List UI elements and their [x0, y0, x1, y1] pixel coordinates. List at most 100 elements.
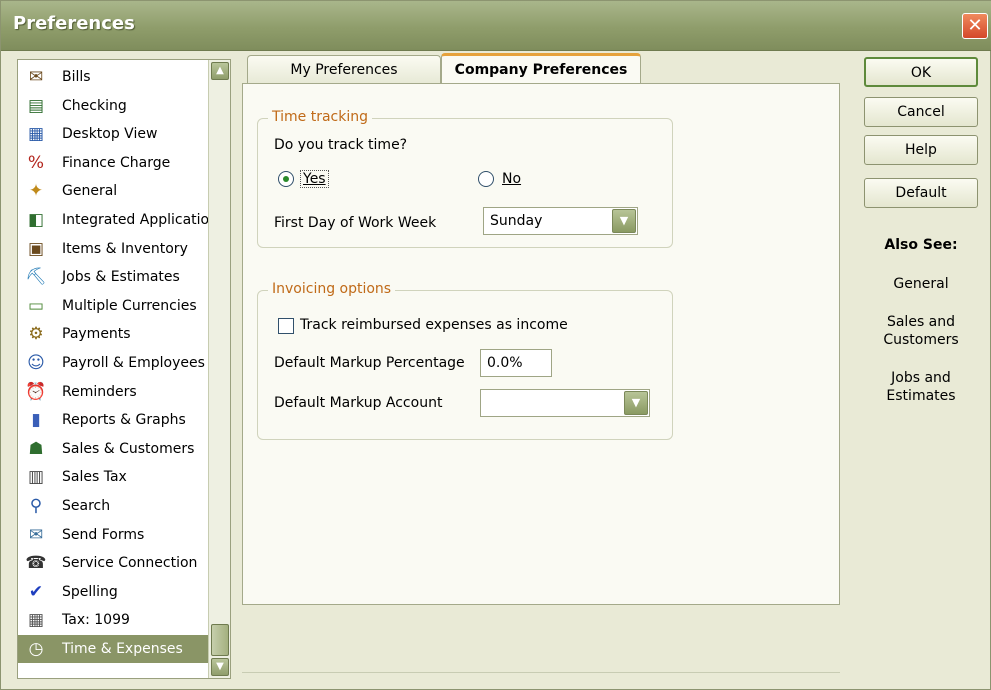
chevron-down-icon: ▼	[619, 214, 629, 227]
sidebar-item[interactable]: ⛏ Jobs & Estimates	[18, 263, 208, 291]
scroll-up-button[interactable]: ▲	[211, 62, 229, 80]
sidebar-item-label: Payroll & Employees	[62, 355, 205, 371]
first-day-dropdown-button[interactable]: ▼	[612, 209, 636, 233]
sidebar-item-label: Payments	[62, 326, 131, 343]
sidebar-item-label: Desktop View	[62, 126, 158, 143]
sidebar-item-label: Items & Inventory	[62, 240, 188, 257]
also-see-heading: Also See:	[884, 237, 958, 253]
also-see-sales-customers-link[interactable]: Sales and Customers	[864, 313, 978, 349]
title-bar[interactable]: Preferences ✕	[1, 1, 991, 51]
help-button[interactable]: Help	[864, 135, 978, 165]
markup-account-dropdown[interactable]: ▼	[480, 389, 650, 417]
sidebar-item-label: Sales & Customers	[62, 440, 195, 457]
track-reimbursed-label[interactable]: Track reimbursed expenses as income	[300, 317, 568, 333]
sidebar-item[interactable]: ✦ General	[18, 177, 208, 205]
tab-my-preferences-label: My Preferences	[290, 62, 398, 78]
send-forms-icon: ✉	[28, 524, 44, 545]
markup-percentage-value: 0.0%	[487, 355, 523, 371]
tax-1099-icon: ▦	[27, 610, 45, 631]
sidebar-item[interactable]: ⏰ Reminders	[18, 378, 208, 406]
category-list-scrollbar[interactable]: ▲ ▼	[208, 60, 230, 678]
sales-tax-icon: ▥	[27, 467, 45, 488]
first-day-value: Sunday	[490, 213, 543, 229]
sidebar-item[interactable]: ◷ Time & Expenses	[18, 635, 208, 663]
also-see-jobs-estimates-link[interactable]: Jobs and Estimates	[864, 369, 978, 405]
divider	[242, 672, 840, 673]
markup-percentage-input[interactable]: 0.0%	[480, 349, 552, 377]
sidebar-item[interactable]: ☎ Service Connection	[18, 549, 208, 577]
radio-selected-dot	[283, 176, 289, 182]
yes-label-text: Yes	[303, 171, 326, 187]
chevron-up-icon: ▲	[216, 65, 224, 76]
sidebar-item-label: Time & Expenses	[62, 641, 183, 657]
tab-company-preferences[interactable]: Company Preferences	[441, 53, 641, 85]
sidebar-item[interactable]: ✉ Bills	[18, 63, 208, 91]
sidebar-item[interactable]: ▣ Items & Inventory	[18, 235, 208, 263]
sidebar-item-label: Multiple Currencies	[62, 297, 197, 314]
sidebar-item[interactable]: ☺ Payroll & Employees	[18, 349, 208, 377]
checking-icon: ▤	[27, 95, 45, 116]
time-tracking-legend: Time tracking	[268, 109, 372, 125]
track-time-question: Do you track time?	[274, 137, 408, 153]
first-day-dropdown[interactable]: Sunday ▼	[483, 207, 638, 235]
window-title: Preferences	[13, 13, 135, 34]
time-expenses-icon: ◷	[28, 639, 44, 659]
preferences-window: Preferences ✕ ✉ Bills ▤ Checking ▦ Desktop Vi…	[0, 0, 991, 690]
markup-account-label: Default Markup Account	[274, 395, 443, 411]
invoicing-options-legend: Invoicing options	[268, 281, 396, 297]
default-label: Default	[895, 185, 947, 201]
ok-label: OK	[910, 65, 932, 81]
service-connection-icon: ☎	[25, 553, 47, 574]
close-button[interactable]: ✕	[962, 13, 988, 39]
search-icon: ⚲	[29, 496, 43, 516]
no-radio-label[interactable]: No	[502, 171, 521, 187]
also-see-general-link[interactable]: General	[864, 275, 978, 293]
sidebar-item[interactable]: ✔ Spelling	[18, 578, 208, 606]
first-day-label-text: First Day of Work Week	[274, 215, 437, 231]
sidebar-item-label: Service Connection	[62, 555, 198, 572]
cancel-button[interactable]: Cancel	[864, 97, 978, 127]
sidebar-item-label: Checking	[62, 97, 127, 114]
help-label: Help	[905, 142, 937, 158]
bills-icon: ✉	[28, 67, 44, 87]
sidebar-item[interactable]: ▦ Desktop View	[18, 120, 208, 148]
sidebar-item-label: Reminders	[62, 383, 137, 400]
tab-my-preferences[interactable]: My Preferences	[247, 55, 441, 85]
sidebar-item[interactable]: ✉ Send Forms	[18, 521, 208, 549]
sidebar-item[interactable]: ⚙ Payments	[18, 320, 208, 348]
sales-customers-icon: ☗	[28, 438, 44, 459]
company-preferences-panel: Time tracking Do you track time? Yes No …	[242, 83, 840, 605]
reminders-icon: ⏰	[25, 381, 47, 402]
sidebar-item[interactable]: ▭ Multiple Currencies	[18, 292, 208, 320]
reports-graphs-icon: ▮	[31, 410, 41, 431]
no-radio[interactable]	[478, 171, 494, 187]
sidebar-item[interactable]: ▤ Checking	[18, 92, 208, 120]
yes-radio[interactable]	[278, 171, 294, 187]
sidebar-item[interactable]: ▥ Sales Tax	[18, 463, 208, 491]
sidebar-item-label: General	[62, 183, 118, 200]
sidebar-item[interactable]: ▦ Tax: 1099	[18, 606, 208, 634]
sidebar-item-label: Spelling	[62, 583, 118, 600]
time-tracking-group: Time tracking Do you track time? Yes No …	[257, 109, 673, 248]
sidebar-item-label: Integrated Applicatio	[62, 212, 208, 228]
scroll-down-button[interactable]: ▼	[211, 658, 229, 676]
sidebar-item[interactable]: ⚲ Search	[18, 492, 208, 520]
sidebar-item[interactable]: ☗ Sales & Customers	[18, 435, 208, 463]
multiple-currencies-icon: ▭	[27, 295, 45, 316]
yes-radio-label[interactable]: Yes	[300, 170, 329, 188]
sidebar-item[interactable]: ◧ Integrated Applicatio	[18, 206, 208, 234]
sidebar-item-label: Sales Tax	[62, 469, 127, 486]
markup-account-dropdown-button[interactable]: ▼	[624, 391, 648, 415]
finance-charge-icon: %	[27, 152, 45, 173]
sidebar-item[interactable]: ▮ Reports & Graphs	[18, 406, 208, 434]
ok-button[interactable]: OK	[864, 57, 978, 87]
payroll-employees-icon: ☺	[27, 353, 45, 373]
track-reimbursed-checkbox[interactable]	[278, 318, 294, 334]
sidebar-item[interactable]: % Finance Charge	[18, 149, 208, 177]
items-inventory-icon: ▣	[27, 238, 45, 259]
default-button[interactable]: Default	[864, 178, 978, 208]
tab-company-preferences-label: Company Preferences	[454, 62, 628, 78]
preferences-category-list[interactable]: ✉ Bills ▤ Checking ▦ Desktop View% Finance Cha…	[17, 59, 231, 679]
invoicing-options-group: Invoicing options Track reimbursed expen…	[257, 281, 673, 440]
scroll-thumb[interactable]	[211, 624, 229, 656]
